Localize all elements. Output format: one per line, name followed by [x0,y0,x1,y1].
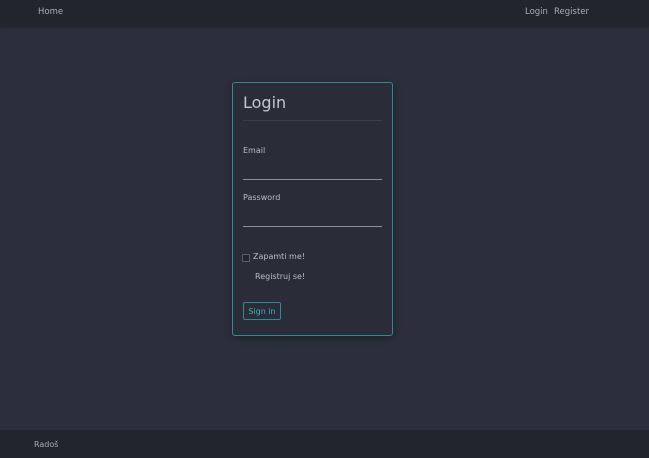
email-label: Email [243,146,266,155]
remember-me-checkbox[interactable] [242,254,250,262]
login-title: Login [243,93,287,112]
remember-me-label[interactable]: Zapamti me! [253,252,305,261]
nav-register-link[interactable]: Register [554,7,589,17]
email-field[interactable] [243,165,382,180]
nav-home-link[interactable]: Home [38,7,63,17]
top-navbar: Home Login Register [0,0,649,26]
password-field[interactable] [243,212,382,227]
footer: Radoš [0,430,649,458]
sign-in-button[interactable]: Sign in [243,302,281,320]
register-link[interactable]: Registruj se! [255,272,305,281]
password-label: Password [243,193,281,202]
nav-login-link[interactable]: Login [525,7,548,17]
login-card: Login Email Password Zapamti me! Registr… [232,82,393,336]
title-divider [243,120,382,121]
footer-text: Radoš [34,440,59,449]
